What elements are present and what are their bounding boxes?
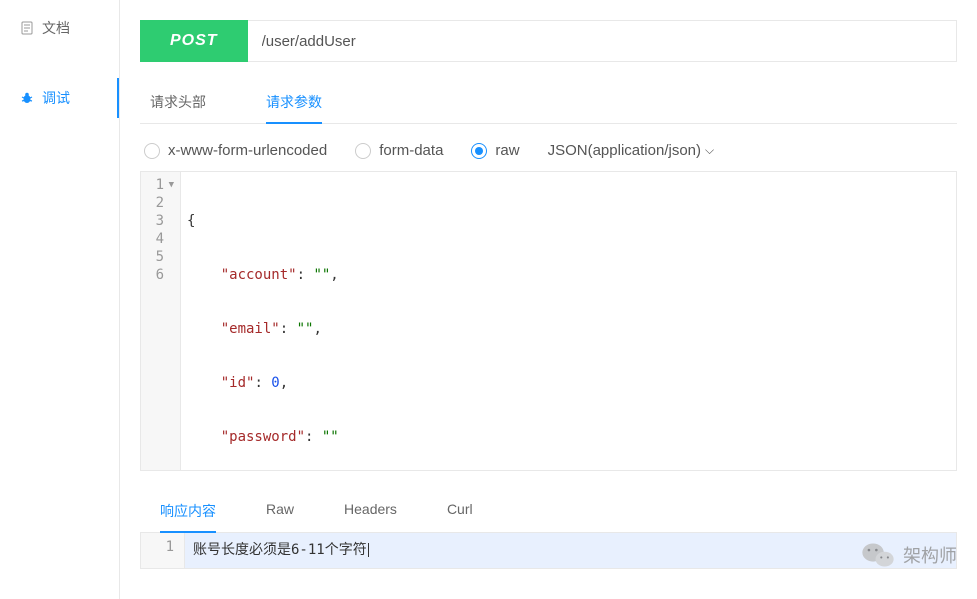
watermark-text: 架构师 — [903, 542, 957, 568]
code-line: "account": "", — [187, 266, 950, 284]
radio-icon — [471, 143, 487, 159]
request-line: POST — [140, 20, 957, 62]
sidebar-item-label: 文档 — [42, 18, 70, 38]
watermark: 架构师 — [861, 541, 957, 569]
rtab-raw[interactable]: Raw — [266, 491, 294, 532]
document-icon — [20, 21, 34, 35]
code-line: "id": 0, — [187, 374, 950, 392]
sidebar-item-docs[interactable]: 文档 — [0, 8, 119, 48]
sidebar-item-debug[interactable]: 调试 — [0, 78, 119, 118]
response-editor[interactable]: 1 账号长度必须是6-11个字符 — [140, 533, 957, 569]
code-area[interactable]: { "account": "", "email": "", "id": 0, "… — [181, 172, 956, 470]
rtab-curl[interactable]: Curl — [447, 491, 473, 532]
code-line: "email": "", — [187, 320, 950, 338]
body-type-selector: x-www-form-urlencoded form-data raw JSON… — [140, 142, 957, 159]
url-input[interactable] — [248, 20, 957, 62]
radio-label: raw — [495, 142, 519, 159]
response-tabs: 响应内容 Raw Headers Curl — [140, 491, 957, 533]
request-tabs: 请求头部 请求参数 — [140, 82, 957, 124]
radio-urlencoded[interactable]: x-www-form-urlencoded — [144, 142, 327, 159]
main-panel: POST 请求头部 请求参数 x-www-form-urlencoded for… — [120, 0, 977, 599]
radio-raw[interactable]: raw — [471, 142, 519, 159]
http-method[interactable]: POST — [140, 20, 248, 62]
wechat-icon — [861, 541, 895, 569]
radio-icon — [355, 143, 371, 159]
radio-label: x-www-form-urlencoded — [168, 142, 327, 159]
tab-headers[interactable]: 请求头部 — [150, 82, 206, 123]
editor-gutter: 1▼ 2 3 4 5 6 — [141, 172, 181, 470]
rtab-content[interactable]: 响应内容 — [160, 491, 216, 533]
rtab-headers[interactable]: Headers — [344, 491, 397, 532]
code-line: "password": "" — [187, 428, 950, 446]
sidebar: 文档 调试 — [0, 0, 120, 599]
bug-icon — [20, 91, 34, 105]
radio-formdata[interactable]: form-data — [355, 142, 443, 159]
fold-icon[interactable]: ▼ — [166, 176, 174, 194]
request-body-editor[interactable]: 1▼ 2 3 4 5 6 { "account": "", "email": "… — [140, 171, 957, 471]
response-gutter: 1 — [141, 533, 185, 568]
sidebar-item-label: 调试 — [42, 88, 70, 108]
content-type-select[interactable]: JSON(application/json) — [548, 142, 715, 159]
radio-icon — [144, 143, 160, 159]
response-content: 账号长度必须是6-11个字符 — [185, 533, 956, 568]
code-line: { — [187, 212, 950, 230]
radio-label: form-data — [379, 142, 443, 159]
tab-params[interactable]: 请求参数 — [266, 82, 322, 124]
